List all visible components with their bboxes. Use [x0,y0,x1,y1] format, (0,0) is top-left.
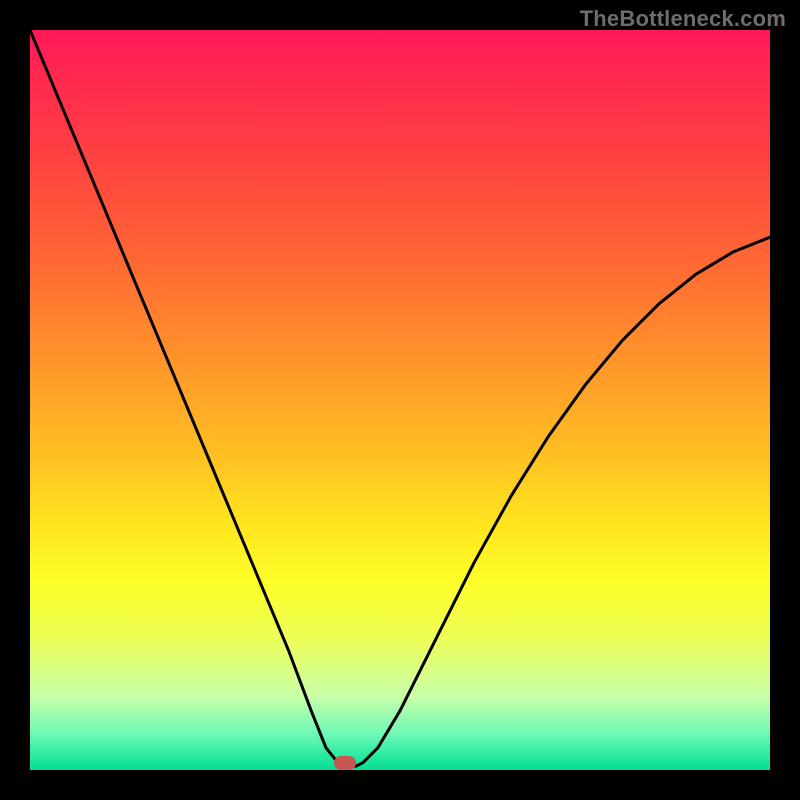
watermark-text: TheBottleneck.com [580,6,786,32]
bottleneck-curve [30,30,770,770]
chart-frame: TheBottleneck.com [0,0,800,800]
optimum-marker [334,756,356,770]
plot-area [30,30,770,770]
